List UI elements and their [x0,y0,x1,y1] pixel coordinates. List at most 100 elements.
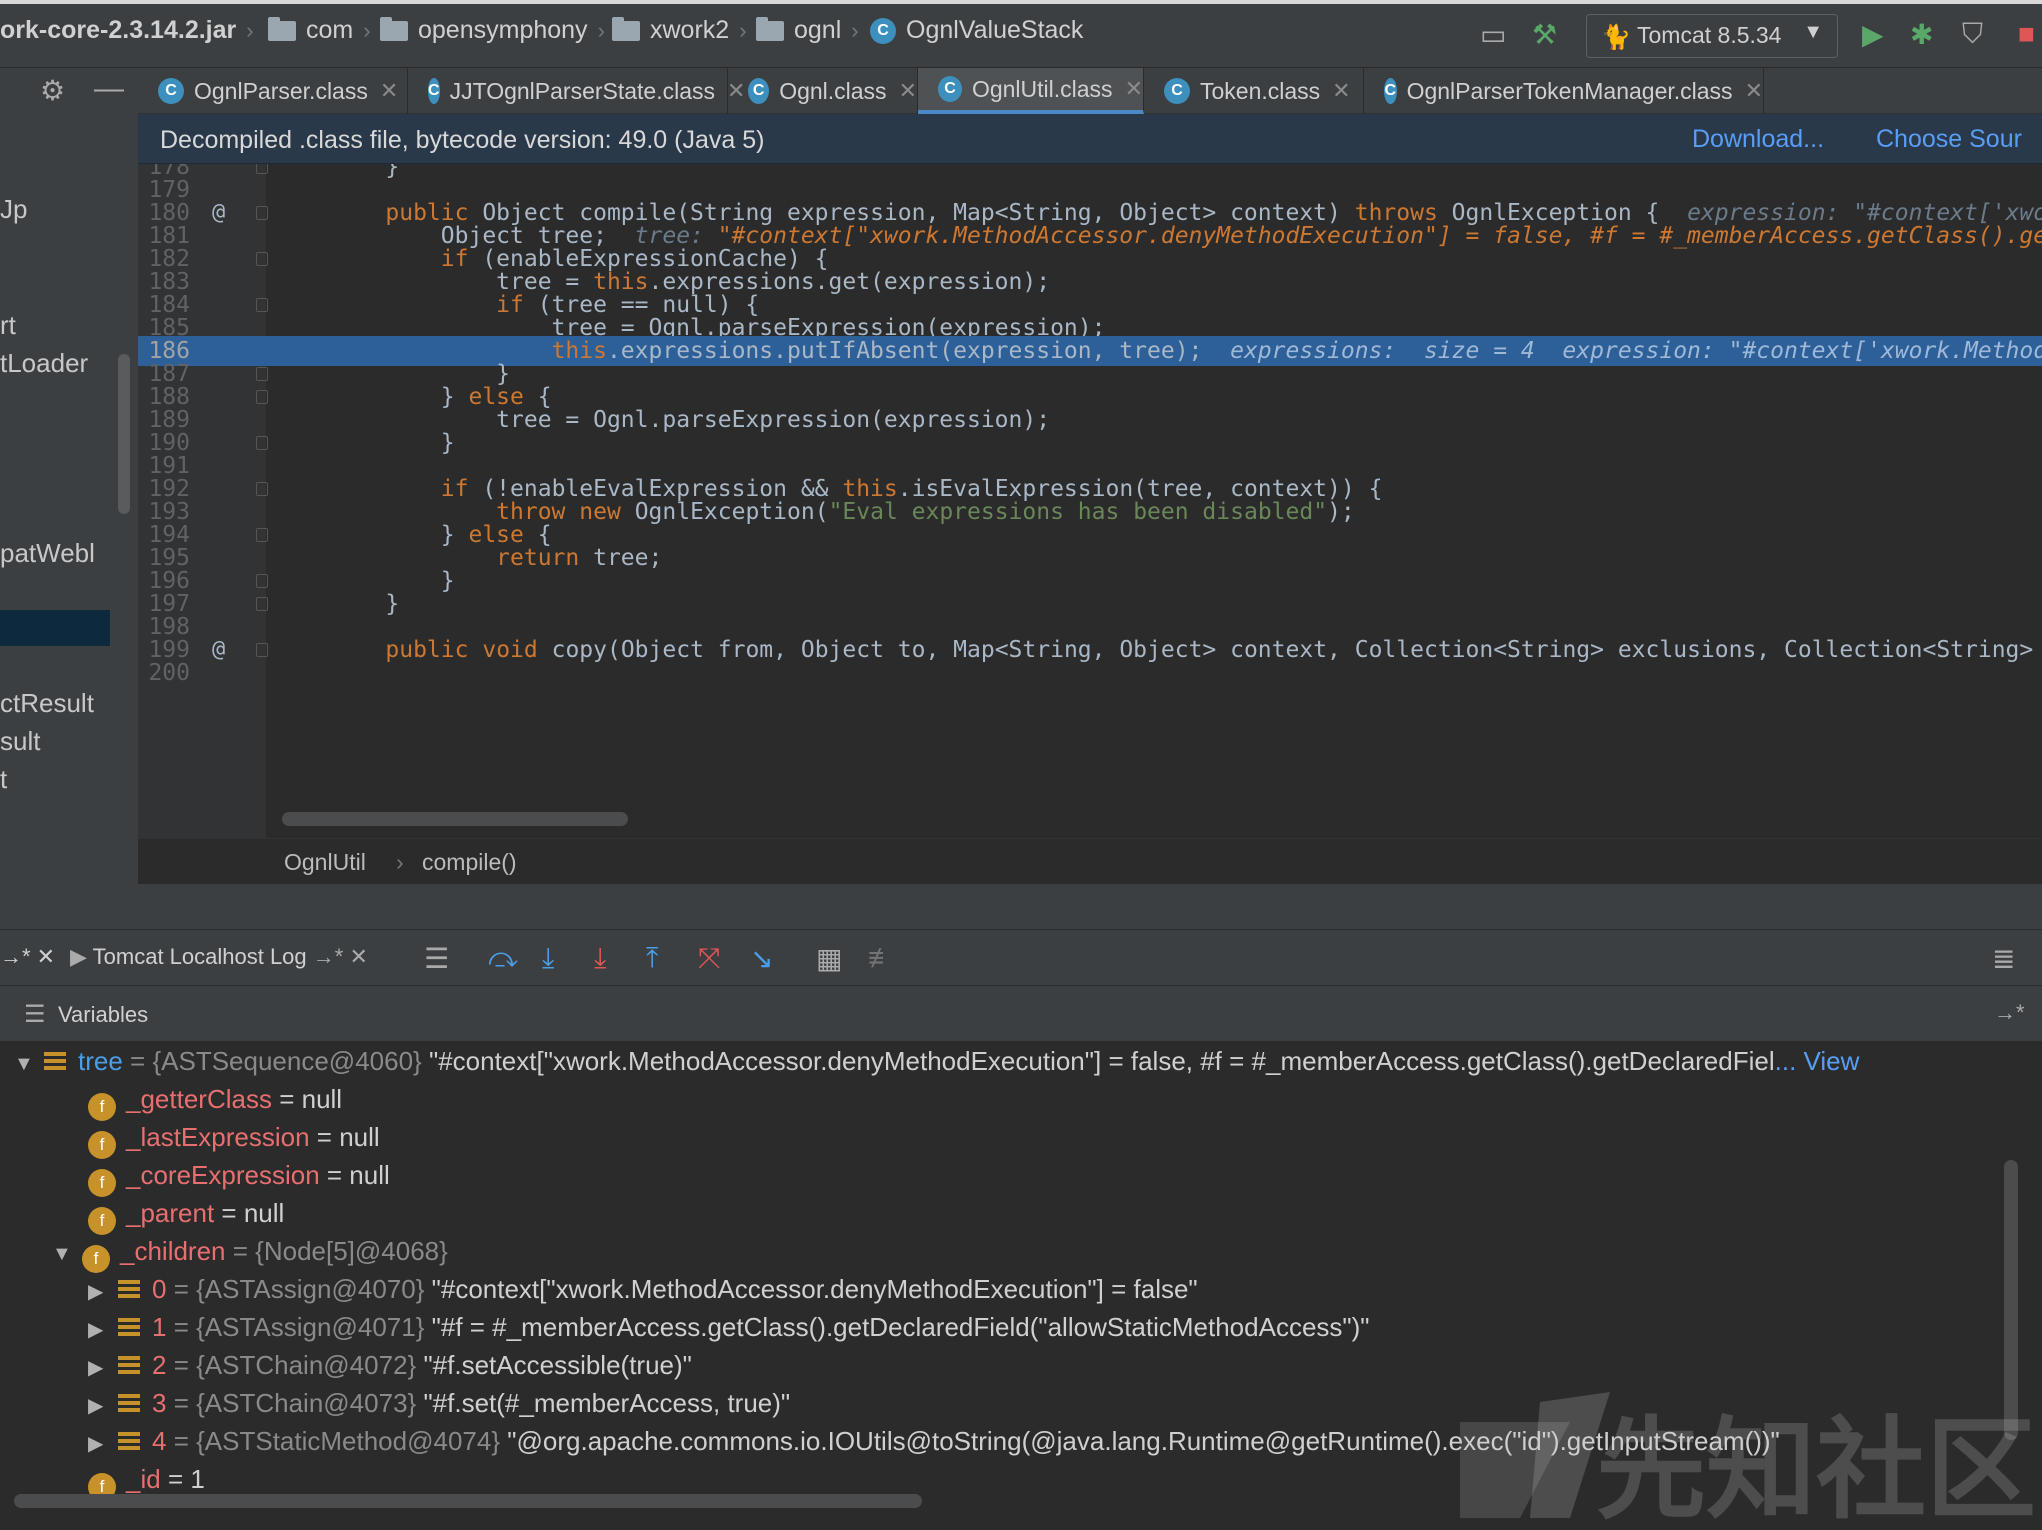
fold-marker-icon[interactable] [256,390,268,404]
breadcrumb-ognl[interactable]: ognl › [756,16,859,45]
var-row-field[interactable]: f _getterClass = null [88,1080,342,1121]
breadcrumb-method[interactable]: compile() [422,849,517,876]
close-icon[interactable]: ✕ [1125,76,1143,102]
navigation-bar: ork-core-2.3.14.2.jar › com › opensymphony… [0,0,2042,68]
fold-marker-icon[interactable] [256,436,268,450]
collapsed-triangle-icon[interactable]: ▶ [88,1273,104,1311]
gear-icon[interactable]: ⚙ [40,74,65,107]
minimize-icon[interactable]: — [94,72,124,106]
force-step-into-icon[interactable]: ⤓ [594,942,606,975]
line-number[interactable]: 200 [138,658,190,688]
variables-title: Variables [58,1002,149,1027]
expand-triangle-icon[interactable]: ▼ [14,1045,34,1083]
run-icon[interactable]: ▶ [1862,18,1884,51]
var-row-tree[interactable]: ▼ tree = {ASTSequence@4060} "#context["xw… [14,1042,1859,1080]
code-line[interactable]: 200 [138,658,2042,688]
tab-token[interactable]: C Token.class ✕ [1144,68,1364,114]
fold-marker-icon[interactable] [256,643,268,657]
project-item[interactable]: t [0,764,7,795]
class-icon: C [870,17,896,44]
tab-jjtognlparserstate[interactable]: C JJTOgnlParserState.class ✕ [408,68,745,114]
collapsed-triangle-icon[interactable]: ▶ [88,1387,104,1425]
expand-triangle-icon[interactable]: ▼ [52,1235,72,1273]
breadcrumb-com[interactable]: com › [268,16,371,45]
fold-marker-icon[interactable] [256,597,268,611]
var-row-field[interactable]: f _parent = null [88,1194,284,1235]
class-icon: C [748,78,770,104]
fold-marker-icon[interactable] [256,206,268,220]
close-icon[interactable]: ✕ [1745,78,1763,104]
breadcrumb-class[interactable]: OgnlUtil [284,849,366,876]
variables-horizontal-scrollbar[interactable] [14,1494,922,1508]
step-out-icon[interactable]: ⤒ [646,942,658,975]
fold-marker-icon[interactable] [256,574,268,588]
var-row-child[interactable]: ▶ 1 = {ASTAssign@4071} "#f = #_memberAcce… [88,1308,1370,1346]
project-selected-row[interactable] [0,610,110,646]
breadcrumb-jar[interactable]: ork-core-2.3.14.2.jar › [0,16,254,45]
layout-menu-icon[interactable]: ≣ [1992,942,2015,975]
evaluate-expression-icon[interactable]: ▦ [816,942,842,975]
window-icon[interactable]: ▭ [1480,18,1506,51]
tab-ognlparsertokenmanager[interactable]: C OgnlParserTokenManager.class ✕ [1364,68,1764,114]
var-row-child[interactable]: ▶ 2 = {ASTChain@4072} "#f.setAccessible(t… [88,1346,692,1384]
breadcrumb-xwork2[interactable]: xwork2 › [612,16,747,45]
fold-marker-icon[interactable] [256,252,268,266]
tab-ognlparser[interactable]: C OgnlParser.class ✕ [138,68,408,114]
collapsed-triangle-icon[interactable]: ▶ [88,1311,104,1349]
panel-separator [0,884,2042,930]
var-row-child[interactable]: ▶ 0 = {ASTAssign@4070} "#context["xwork.M… [88,1270,1198,1308]
project-item[interactable]: rt [0,310,16,341]
run-configuration-select[interactable]: 🐈 Tomcat 8.5.34 ▼ [1586,14,1838,58]
breadcrumb-opensymphony[interactable]: opensymphony › [380,16,605,45]
trace-icon[interactable]: ≢ [868,942,896,974]
build-hammer-icon[interactable]: ⚒ [1532,18,1557,51]
project-item[interactable]: tLoader [0,348,88,379]
view-link[interactable]: ... View [1775,1046,1860,1076]
var-row-field[interactable]: f _id = 1 [88,1460,205,1501]
project-item[interactable]: Jp [0,194,27,225]
var-row-field[interactable]: f _coreExpression = null [88,1156,390,1197]
tab-ognl[interactable]: C Ognl.class ✕ [728,68,918,114]
var-row-child[interactable]: ▶ 3 = {ASTChain@4073} "#f.set(#_memberAcc… [88,1384,790,1422]
tomcat-localhost-log-tab[interactable]: ▶ Tomcat Localhost Log →* ✕ [70,944,368,970]
collapsed-triangle-icon[interactable]: ▶ [88,1349,104,1387]
fold-marker-icon[interactable] [256,482,268,496]
debugger-tab-pin[interactable]: →* ✕ [0,944,55,970]
download-link[interactable]: Download... [1692,125,1824,154]
editor-horizontal-scrollbar[interactable] [282,812,628,826]
fold-marker-icon[interactable] [256,528,268,542]
project-item[interactable]: patWebl [0,538,95,569]
step-into-icon[interactable]: ⤓ [542,942,554,975]
close-icon[interactable]: ✕ [380,78,398,104]
pin-icon[interactable]: →* [1994,1000,2025,1026]
project-scrollbar[interactable] [118,354,130,514]
stop-icon[interactable]: ■ [2018,18,2035,50]
pin-icon: →* ✕ [312,944,368,969]
choose-source-link[interactable]: Choose Sour [1876,125,2022,154]
var-row-field[interactable]: f _lastExpression = null [88,1118,380,1159]
collapsed-triangle-icon[interactable]: ▶ [88,1425,104,1463]
field-icon: f [88,1093,116,1121]
run-to-cursor-icon[interactable]: ↘ [750,942,773,975]
project-item[interactable]: ctResult [0,688,94,719]
variables-header: ☰ Variables →* [0,986,2042,1042]
field-icon: f [88,1169,116,1197]
frames-menu-icon[interactable]: ☰ [424,942,449,975]
project-toolbar: ⚙ — [0,68,138,114]
breadcrumb-ognlvaluestack[interactable]: C OgnlValueStack [870,16,1083,45]
step-over-icon[interactable]: ⤼ [488,942,518,975]
debug-bug-icon[interactable]: ✱ [1910,18,1933,51]
code-editor[interactable]: 178 } 179 180 @ public Object compile(Strin… [138,164,2042,838]
fold-marker-icon[interactable] [256,298,268,312]
fold-marker-icon[interactable] [256,164,268,174]
close-icon[interactable]: ✕ [899,78,917,104]
drop-frame-icon[interactable]: ⤧ [698,942,720,975]
var-row-children[interactable]: ▼ f _children = {Node[5]@4068} [52,1232,448,1273]
editor-breadcrumb: OgnlUtil › compile() [138,838,2042,884]
project-item[interactable]: sult [0,726,40,757]
tab-ognlutil[interactable]: C OgnlUtil.class ✕ [918,68,1144,114]
folder-icon [268,16,296,41]
close-icon[interactable]: ✕ [1332,78,1350,104]
coverage-shield-icon[interactable]: ⛉ [1962,18,1983,51]
fold-marker-icon[interactable] [256,367,268,381]
